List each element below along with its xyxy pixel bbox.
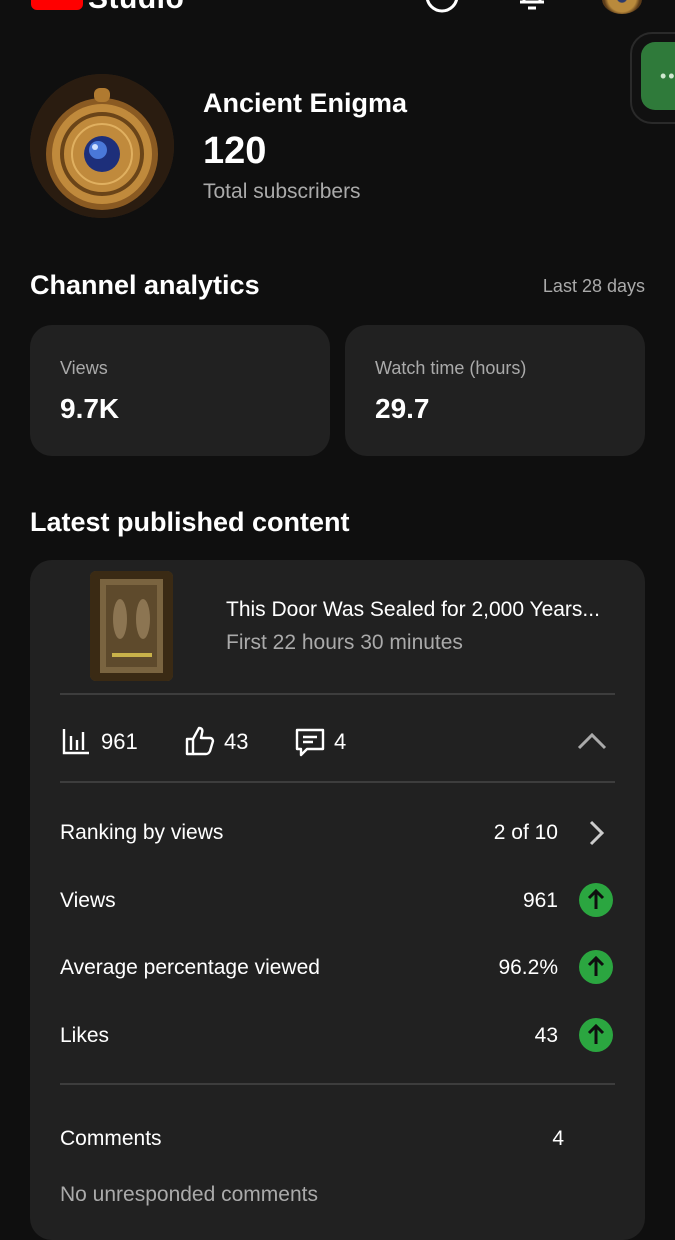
chevron-right-icon[interactable] (586, 819, 608, 852)
likes-row-label: Likes (60, 1024, 110, 1047)
avg-percentage-value: 96.2% (498, 956, 558, 979)
comments-row-value: 4 (552, 1127, 564, 1150)
video-title[interactable]: This Door Was Sealed for 2,000 Years... (226, 598, 600, 622)
latest-content-title: Latest published content (30, 507, 350, 537)
views-row-label: Views (60, 889, 116, 912)
channel-analytics-title: Channel analytics (30, 270, 260, 300)
divider (60, 781, 615, 783)
channel-name: Ancient Enigma (203, 88, 408, 118)
unresponded-comments-text: No unresponded comments (60, 1183, 318, 1206)
metric-views: 961 (101, 729, 138, 754)
video-timeframe: First 22 hours 30 minutes (226, 631, 463, 654)
metric-comments: 4 (334, 729, 347, 754)
notifications-icon[interactable] (514, 0, 550, 14)
video-thumbnail[interactable] (90, 571, 173, 681)
youtube-logo-icon[interactable] (31, 0, 83, 10)
subscriber-count: 120 (203, 130, 267, 172)
views-bar-chart-icon (61, 726, 91, 761)
account-avatar[interactable] (602, 0, 642, 14)
watch-time-value: 29.7 (375, 393, 430, 424)
studio-logo-text: Studio (88, 0, 184, 16)
channel-avatar[interactable] (30, 74, 174, 218)
trend-up-icon (579, 950, 613, 984)
comments-row-label: Comments (60, 1127, 162, 1150)
avg-percentage-label: Average percentage viewed (60, 956, 320, 979)
views-card[interactable] (30, 325, 330, 456)
ranking-label: Ranking by views (60, 821, 224, 844)
comments-icon (294, 726, 326, 763)
metric-likes: 43 (224, 729, 249, 754)
views-row-value: 961 (522, 889, 558, 912)
likes-thumb-up-icon (184, 725, 216, 762)
help-icon[interactable] (424, 0, 460, 14)
collapse-chevron-up-icon[interactable] (576, 726, 608, 759)
likes-row-value: 43 (534, 1024, 558, 1047)
date-range-label: Last 28 days (542, 276, 645, 296)
trend-up-icon (579, 883, 613, 917)
subscriber-label: Total subscribers (203, 180, 361, 203)
divider (60, 1083, 615, 1085)
divider (60, 693, 615, 695)
more-dots-icon: •• (660, 66, 675, 86)
views-label: Views (60, 358, 108, 378)
watch-time-label: Watch time (hours) (375, 358, 527, 378)
views-value: 9.7K (60, 393, 120, 424)
trend-up-icon (579, 1018, 613, 1052)
ranking-value: 2 of 10 (493, 821, 558, 844)
watch-time-card[interactable] (345, 325, 645, 456)
